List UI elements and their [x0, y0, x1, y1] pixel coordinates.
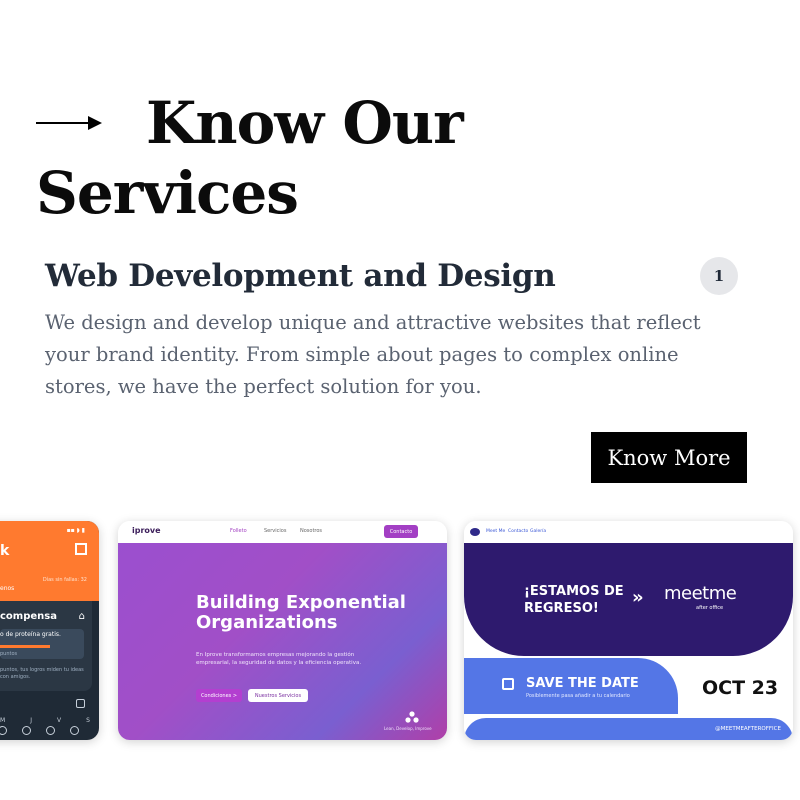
meetme-logo-icon [470, 528, 480, 536]
weekday: M [0, 717, 6, 724]
meetme-brand-sub: after office [696, 605, 724, 611]
reward-text: o de proteína gratis. [0, 631, 61, 638]
nav-link[interactable]: Galería [530, 529, 546, 534]
heading-line-1: Know Our [146, 89, 464, 157]
service-number-badge: 1 [700, 257, 738, 295]
day-circle [46, 726, 55, 735]
services-button[interactable]: Nuestros Servicios [248, 689, 308, 702]
service-description: We design and develop unique and attract… [45, 311, 701, 398]
reward-progress [0, 645, 50, 648]
section-heading: Know Our Services [36, 88, 636, 228]
status-bar-icons: ▪▪ ◗ ▮ [66, 527, 85, 534]
save-the-date-title: SAVE THE DATE [526, 676, 639, 691]
heading-line-2: Services [36, 159, 299, 227]
social-handle: @MEETMEAFTEROFFICE [715, 726, 781, 732]
nav-link[interactable]: Servicios [264, 528, 286, 534]
meetme-brand: meetme [664, 583, 737, 604]
weekday-row: M J V S [0, 717, 90, 724]
brand-mark-icon [405, 711, 419, 723]
weekday: J [30, 717, 32, 724]
know-more-button[interactable]: Know More [591, 432, 747, 483]
event-date: OCT 23 [702, 677, 779, 699]
iprove-logo: iprove [132, 526, 161, 535]
hero-body: En Iprove transformamos empresas mejoran… [196, 652, 362, 666]
weekday: V [57, 717, 62, 724]
weekday: S [86, 717, 90, 724]
save-the-date-sub: Posiblemente pasa añadir a tu calendario [526, 693, 630, 699]
service-title: Web Development and Design [45, 258, 556, 294]
day-circle [0, 726, 7, 735]
day-circle [70, 726, 79, 735]
portfolio-card-iprove[interactable]: iprove Folleto Servicios Nosotros Contac… [118, 521, 447, 740]
nav-link[interactable]: Meet Me [486, 529, 505, 534]
rewards-title: compensa [0, 611, 57, 622]
nav-link[interactable]: Folleto [230, 528, 247, 534]
gift-icon: ⌂ [78, 611, 85, 622]
portfolio-card-app[interactable]: ▪▪ ◗ ▮ k enos Días sin fallas: 32 compen… [0, 521, 99, 740]
hero-headline: ¡ESTAMOS DE REGRESO! [524, 584, 624, 616]
double-chevron-icon: » [632, 587, 644, 608]
portfolio-card-meetme[interactable]: Meet Me Contacto Galería ¡ESTAMOS DE REG… [464, 521, 793, 740]
nav-link[interactable]: Contacto [508, 529, 528, 534]
qr-code-icon [75, 543, 87, 555]
calendar-icon [76, 699, 85, 708]
app-small-right: Días sin fallas: 32 [42, 577, 87, 583]
hero-headline: Building Exponential Organizations [196, 592, 406, 633]
app-title: k [0, 543, 10, 559]
hero-tagline: Lean, Develop, Improve [384, 726, 432, 731]
hero-banner [118, 543, 447, 740]
primary-button[interactable]: Condiciones > [196, 689, 242, 702]
reward-sub: puntos [0, 651, 18, 657]
app-small-left: enos [0, 585, 15, 592]
nav-link[interactable]: Nosotros [300, 528, 322, 534]
calendar-add-icon [502, 678, 514, 690]
points-text: puntos, tus logros miden tu ideas con am… [0, 667, 84, 680]
contact-button[interactable]: Contacto [384, 525, 418, 538]
day-circle [22, 726, 31, 735]
